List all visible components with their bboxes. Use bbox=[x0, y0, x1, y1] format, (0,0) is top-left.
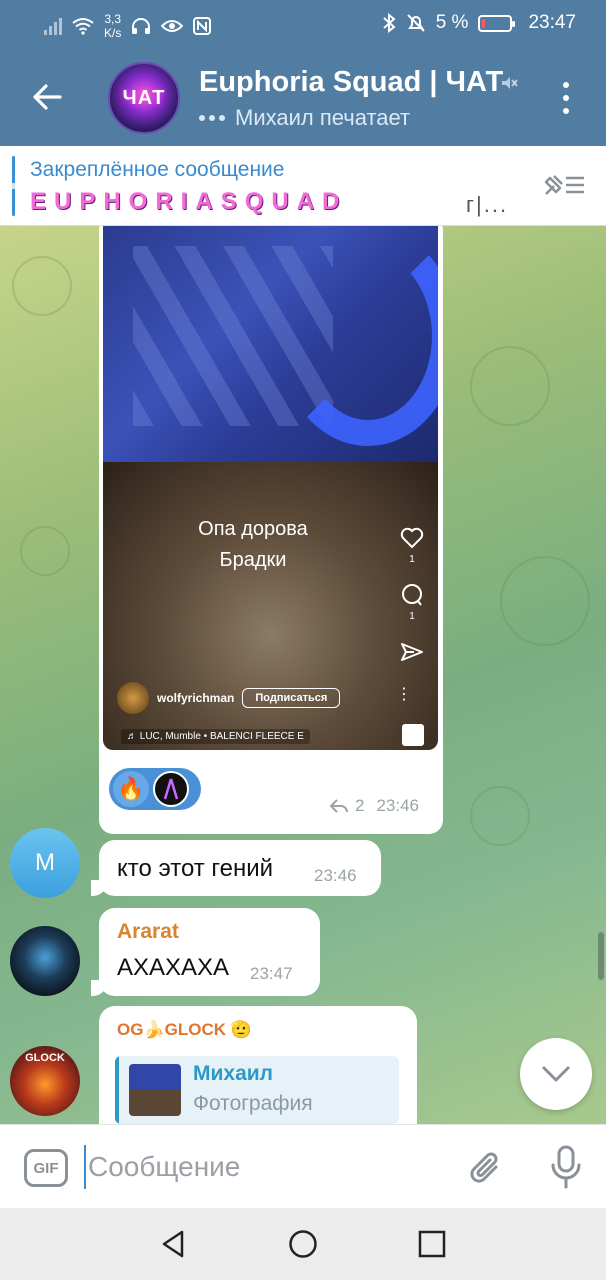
battery-icon bbox=[478, 14, 516, 32]
gif-button[interactable]: GIF bbox=[24, 1149, 68, 1187]
reply-text: Фотография bbox=[193, 1092, 313, 1115]
pinned-indicator bbox=[12, 156, 15, 216]
status-left: 3,3 K/s bbox=[44, 12, 212, 40]
media-message[interactable]: Опа дорова Брадки 1 1 ⋮ wolfyrichman Под… bbox=[99, 226, 443, 834]
likes-count: 1 bbox=[409, 554, 415, 565]
net-speed: 3,3 K/s bbox=[104, 12, 121, 40]
pinned-text-tail: г|... bbox=[466, 192, 509, 217]
avatar[interactable]: GLOCK bbox=[10, 1046, 80, 1116]
fire-reaction[interactable]: 🔥 bbox=[113, 771, 149, 807]
video-preview[interactable]: Опа дорова Брадки 1 1 ⋮ wolfyrichman Под… bbox=[103, 226, 438, 750]
video-app-icon bbox=[402, 724, 424, 746]
media-meta: 2 23:46 bbox=[329, 796, 419, 816]
avatar-letter: M bbox=[35, 849, 55, 876]
message-bubble[interactable]: OG🍌GLOCK 🫡 Михаил Фотография bbox=[99, 1006, 417, 1124]
reply-preview[interactable]: Михаил Фотография bbox=[115, 1056, 399, 1124]
nfc-icon bbox=[193, 17, 212, 35]
microphone-icon[interactable] bbox=[548, 1145, 584, 1189]
chat-title[interactable]: Euphoria Squad | ЧАТ bbox=[199, 66, 503, 99]
reply-author: Михаил bbox=[193, 1062, 274, 1085]
chat-avatar[interactable]: ЧАТ bbox=[108, 62, 180, 134]
scrollbar[interactable] bbox=[598, 932, 604, 980]
video-author: wolfyrichman Подписаться bbox=[117, 682, 341, 714]
wifi-icon bbox=[72, 18, 94, 35]
message-time: 23:46 bbox=[376, 796, 419, 815]
video-caption-line1: Опа дорова bbox=[198, 518, 308, 540]
reply-count: 2 bbox=[354, 796, 365, 815]
pinned-text: EUPHORIASQUAD bbox=[30, 188, 348, 215]
video-frame-top bbox=[103, 226, 438, 462]
comments-count: 1 bbox=[409, 611, 415, 622]
more-menu-icon[interactable] bbox=[556, 82, 576, 114]
chat-avatar-text: ЧАТ bbox=[122, 86, 166, 109]
wallpaper-doodle bbox=[500, 556, 590, 646]
chat-area[interactable]: Опа дорова Брадки 1 1 ⋮ wolfyrichman Под… bbox=[0, 226, 606, 1124]
paperclip-icon[interactable] bbox=[466, 1149, 506, 1189]
sender-name[interactable]: Ararat bbox=[117, 920, 179, 944]
share-icon bbox=[401, 643, 423, 661]
chat-status: Михаил печатает bbox=[199, 105, 410, 131]
wallpaper-doodle bbox=[470, 346, 550, 426]
nav-home-icon[interactable] bbox=[287, 1228, 319, 1260]
eye-icon bbox=[161, 20, 184, 32]
back-arrow-icon[interactable] bbox=[30, 80, 64, 114]
message-text: АХАХАХА bbox=[117, 954, 230, 981]
reactions[interactable]: 🔥 bbox=[109, 768, 201, 810]
wallpaper-doodle bbox=[20, 526, 70, 576]
headphones-icon bbox=[132, 18, 151, 34]
message-bubble[interactable]: Ararat АХАХАХА 23:47 bbox=[91, 908, 320, 996]
pinned-title: Закреплённое сообщение bbox=[30, 158, 285, 181]
video-author-name: wolfyrichman bbox=[157, 691, 235, 705]
pinned-list-icon[interactable] bbox=[542, 170, 586, 200]
message-time: 23:46 bbox=[314, 866, 357, 885]
custom-reaction-icon[interactable] bbox=[153, 771, 189, 807]
net-speed-unit: K/s bbox=[104, 26, 122, 40]
typing-indicator-icon bbox=[199, 115, 225, 121]
message-input[interactable] bbox=[84, 1145, 444, 1189]
bell-off-icon bbox=[406, 14, 425, 32]
status-bar: 3,3 K/s 5 % 23:47 bbox=[0, 0, 606, 52]
message-bubble[interactable]: кто этот гений 23:46 bbox=[91, 840, 381, 896]
wallpaper-doodle bbox=[12, 256, 72, 316]
avatar[interactable] bbox=[10, 926, 80, 996]
status-right: 5 % 23:47 bbox=[382, 12, 576, 34]
sender-name[interactable]: OG🍌GLOCK 🫡 bbox=[117, 1020, 252, 1040]
scroll-down-button[interactable] bbox=[520, 1038, 592, 1110]
wallpaper-doodle bbox=[470, 786, 530, 846]
message-text: кто этот гений bbox=[117, 855, 274, 882]
pinned-message-bar[interactable]: Закреплённое сообщение EUPHORIASQUAD г|.… bbox=[0, 146, 606, 226]
heart-icon bbox=[400, 527, 424, 549]
video-caption-line2: Брадки bbox=[219, 549, 287, 571]
video-frame-bottom: Опа дорова Брадки 1 1 ⋮ wolfyrichman Под… bbox=[103, 462, 438, 750]
video-subscribe-label: Подписаться bbox=[242, 688, 341, 708]
typing-status-text: Михаил печатает bbox=[235, 105, 411, 130]
message-time: 23:47 bbox=[250, 964, 293, 983]
nav-recents-icon[interactable] bbox=[416, 1228, 448, 1260]
battery-percent: 5 % bbox=[435, 12, 469, 33]
nav-back-icon[interactable] bbox=[158, 1228, 190, 1260]
muted-icon bbox=[502, 77, 518, 89]
video-more-icon: ⋮ bbox=[396, 686, 412, 703]
reply-arrow-icon bbox=[329, 799, 348, 813]
chevron-down-icon bbox=[542, 1066, 570, 1082]
net-speed-value: 3,3 bbox=[104, 12, 122, 26]
message-composer: GIF bbox=[0, 1124, 606, 1208]
avatar-text: GLOCK bbox=[25, 1052, 65, 1064]
video-author-avatar bbox=[117, 682, 149, 714]
system-nav-bar bbox=[0, 1208, 606, 1280]
video-caption: Опа дорова Брадки bbox=[143, 514, 363, 576]
comment-icon bbox=[402, 584, 422, 606]
reply-indicator bbox=[115, 1056, 119, 1124]
avatar[interactable]: M bbox=[10, 828, 80, 898]
video-side-actions: 1 1 bbox=[400, 526, 424, 664]
video-music: ♬ LUC, Mumble • BALENCI FLEECE E bbox=[121, 729, 310, 744]
app-bar: 3,3 K/s 5 % 23:47 ЧАТ Euphoria Squad | ЧА… bbox=[0, 0, 606, 146]
signal-icon bbox=[44, 17, 62, 35]
reply-thumbnail bbox=[129, 1064, 181, 1116]
clock: 23:47 bbox=[528, 12, 576, 33]
bluetooth-icon bbox=[383, 13, 396, 33]
